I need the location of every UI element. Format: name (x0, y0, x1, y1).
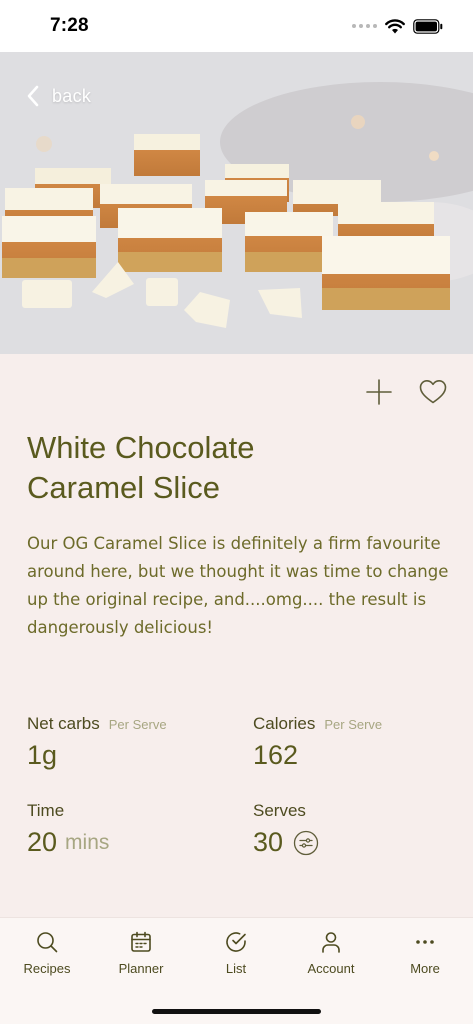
heart-icon[interactable] (419, 379, 447, 405)
stat-net-carbs: Net carbs Per Serve 1g (27, 714, 247, 771)
chevron-left-icon (27, 85, 39, 107)
add-icon[interactable] (365, 378, 393, 406)
tab-account-label: Account (307, 961, 355, 976)
stat-calories: Calories Per Serve 162 (253, 714, 473, 771)
tab-more-label: More (410, 961, 440, 976)
serves-value: 30 (253, 827, 284, 857)
recipe-screen: 7:28 back White Chocolate Caramel Slice … (0, 0, 473, 1024)
battery-icon (413, 18, 443, 34)
search-icon (37, 932, 58, 953)
net-carbs-per-serve: Per Serve (108, 717, 167, 732)
time-value: 20 (27, 827, 58, 857)
time-label: Time (27, 801, 65, 820)
home-indicator[interactable] (152, 1009, 321, 1014)
tab-account[interactable]: Account (291, 930, 371, 976)
back-button[interactable]: back (26, 84, 91, 108)
status-bar: 7:28 (0, 0, 473, 52)
serves-label: Serves (253, 801, 306, 820)
cellular-signal-icon (352, 24, 377, 28)
tab-recipes-label: Recipes (23, 961, 71, 976)
tab-planner-label: Planner (118, 961, 164, 976)
recipe-title-line-1: White Chocolate (27, 430, 255, 465)
recipe-title-line-2: Caramel Slice (27, 470, 220, 505)
calories-label: Calories (253, 714, 316, 733)
tab-recipes[interactable]: Recipes (7, 930, 87, 976)
status-icons (352, 18, 443, 34)
time-unit: mins (65, 830, 110, 854)
tab-list-label: List (225, 961, 247, 976)
wifi-icon (385, 18, 405, 33)
tab-more[interactable]: More (385, 930, 465, 976)
recipe-hero-image: back (0, 52, 473, 354)
check-circle-icon (226, 932, 246, 952)
recipe-title: White Chocolate Caramel Slice (27, 428, 427, 508)
adjust-serves-icon[interactable] (293, 830, 319, 856)
recipe-description: Our OG Caramel Slice is definitely a fir… (27, 534, 449, 637)
person-icon (322, 932, 340, 953)
net-carbs-value: 1g (27, 740, 58, 770)
tab-planner[interactable]: Planner (101, 930, 181, 976)
back-label: back (52, 85, 92, 106)
calories-value: 162 (253, 740, 299, 770)
more-dots-icon (416, 940, 434, 944)
bottom-tab-bar: Recipes Planner List Account More (0, 917, 473, 1024)
recipe-details: White Chocolate Caramel Slice Our OG Car… (0, 354, 473, 917)
stat-time: Time 20 mins (27, 801, 247, 858)
net-carbs-label: Net carbs (27, 714, 100, 733)
tab-list[interactable]: List (196, 930, 276, 976)
calendar-icon (131, 931, 151, 952)
stat-serves: Serves 30 (253, 801, 473, 858)
recipe-actions (365, 378, 447, 406)
status-time: 7:28 (50, 15, 89, 36)
calories-per-serve: Per Serve (324, 717, 383, 732)
